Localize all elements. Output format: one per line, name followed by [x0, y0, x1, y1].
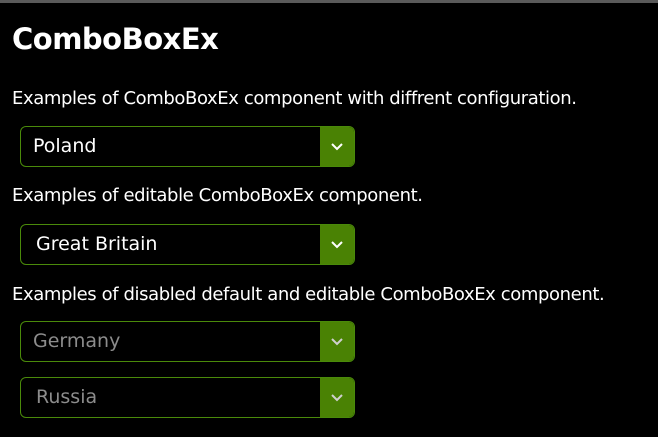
chevron-down-icon: [331, 337, 343, 345]
combobox-default[interactable]: Poland: [20, 126, 355, 167]
chevron-down-icon: [331, 240, 343, 248]
section-description-editable: Examples of editable ComboBoxEx componen…: [12, 185, 423, 206]
dropdown-button: [320, 322, 354, 361]
dropdown-button: [320, 378, 354, 417]
combobox-input-value: Russia: [36, 386, 98, 408]
dropdown-button[interactable]: [320, 225, 354, 264]
combobox-value: Poland: [33, 135, 97, 157]
combobox-disabled-default: Germany: [20, 321, 355, 362]
chevron-down-icon: [331, 393, 343, 401]
section-description-default: Examples of ComboBoxEx component with di…: [12, 88, 577, 109]
combobox-value: Germany: [33, 330, 121, 352]
page-title: ComboBoxEx: [12, 22, 219, 56]
window-top-border: [0, 0, 658, 3]
chevron-down-icon: [331, 142, 343, 150]
combobox-input-value[interactable]: Great Britain: [36, 225, 157, 263]
dropdown-button[interactable]: [320, 127, 354, 166]
section-description-disabled: Examples of disabled default and editabl…: [12, 284, 605, 305]
combobox-disabled-editable: Russia: [20, 377, 355, 418]
combobox-editable[interactable]: Great Britain: [20, 224, 355, 265]
